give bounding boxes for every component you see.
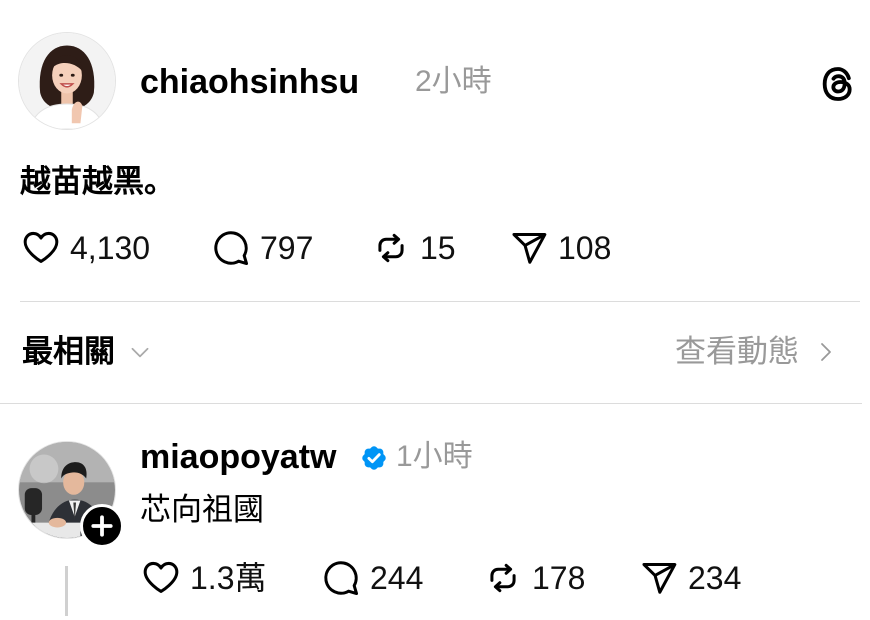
post-username[interactable]: chiaohsinhsu	[140, 62, 359, 102]
post-avatar[interactable]	[18, 32, 116, 130]
comment-icon	[212, 229, 250, 267]
view-activity-label: 查看動態	[675, 334, 799, 369]
repost-icon	[484, 559, 522, 597]
reply-username[interactable]: miaopoyatw	[140, 437, 336, 477]
threads-logo-icon[interactable]	[818, 64, 858, 104]
reply-timestamp: 1小時	[396, 440, 473, 473]
sort-dropdown[interactable]: 最相關	[22, 332, 153, 372]
reply-comment-count: 244	[370, 560, 424, 596]
reply-comment-button[interactable]: 244	[322, 558, 423, 598]
comment-icon	[322, 559, 360, 597]
chevron-down-icon	[127, 339, 153, 365]
repost-button[interactable]: 15	[372, 228, 456, 268]
share-button[interactable]: 108	[510, 228, 611, 268]
verified-badge-icon	[360, 444, 388, 472]
chevron-right-icon	[813, 339, 837, 365]
reply-share-button[interactable]: 234	[640, 558, 741, 598]
heart-icon	[142, 559, 180, 597]
send-icon	[640, 559, 678, 597]
reply-text: 芯向祖國	[140, 492, 264, 527]
avatar-photo	[19, 33, 115, 129]
like-count: 4,130	[70, 230, 151, 266]
comment-count: 797	[260, 230, 314, 266]
sort-label: 最相關	[22, 334, 115, 369]
repost-count: 15	[420, 230, 456, 266]
reply-share-count: 234	[688, 560, 742, 596]
divider	[20, 301, 860, 302]
post-timestamp: 2小時	[415, 65, 492, 98]
comment-button[interactable]: 797	[212, 228, 313, 268]
reply-like-button[interactable]: 1.3萬	[142, 558, 267, 598]
view-activity-link[interactable]: 查看動態	[675, 332, 837, 372]
post-text: 越苗越黑。	[20, 164, 175, 199]
share-count: 108	[558, 230, 612, 266]
like-button[interactable]: 4,130	[22, 228, 150, 268]
reply-like-count: 1.3萬	[190, 560, 267, 596]
reply-repost-count: 178	[532, 560, 586, 596]
heart-icon	[22, 229, 60, 267]
send-icon	[510, 229, 548, 267]
plus-icon	[91, 515, 113, 537]
follow-button[interactable]	[80, 504, 124, 548]
reply-repost-button[interactable]: 178	[484, 558, 585, 598]
divider	[0, 403, 862, 404]
repost-icon	[372, 229, 410, 267]
thread-line	[65, 566, 68, 616]
